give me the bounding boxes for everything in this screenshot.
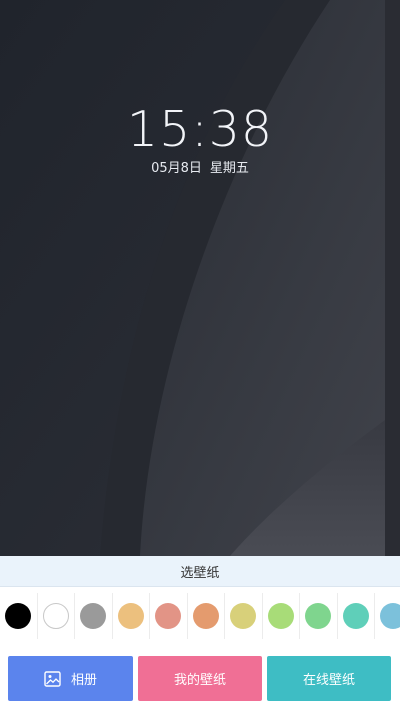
online-wallpaper-button[interactable]: 在线壁纸	[267, 656, 391, 701]
my-wallpaper-button[interactable]: 我的壁纸	[138, 656, 262, 701]
color-swatch[interactable]	[117, 603, 144, 629]
lockscreen-date: 05月8日	[151, 161, 202, 176]
color-swatch[interactable]	[192, 603, 219, 629]
color-swatch-cell[interactable]	[75, 593, 113, 639]
color-swatch[interactable]	[230, 603, 257, 629]
my-wallpaper-button-label: 我的壁纸	[173, 673, 226, 688]
lockscreen-date-row: 05月8日 星期五	[0, 157, 400, 176]
color-swatch-cell[interactable]	[150, 593, 188, 639]
color-swatch[interactable]	[342, 603, 369, 629]
action-buttons: 相册 我的壁纸 在线壁纸	[0, 656, 400, 701]
panel-title-bar: 选壁纸	[0, 556, 400, 587]
album-button[interactable]: 相册	[8, 656, 133, 701]
lockscreen-time: 15:38	[126, 101, 274, 158]
panel-title: 选壁纸	[180, 565, 220, 581]
online-wallpaper-button-label: 在线壁纸	[302, 673, 355, 688]
color-swatch-cell[interactable]	[38, 593, 75, 639]
wallpaper-background	[0, 0, 400, 556]
color-swatch[interactable]	[380, 603, 400, 629]
color-swatch-cell[interactable]	[188, 593, 225, 639]
image-icon	[44, 670, 61, 687]
color-swatch-cell[interactable]	[300, 593, 338, 639]
color-swatch[interactable]	[5, 603, 32, 629]
color-swatch[interactable]	[155, 603, 182, 629]
wallpaper-preview: 15:38 05月8日 星期五	[0, 0, 400, 556]
lockscreen-weekday: 星期五	[209, 161, 249, 176]
color-swatch[interactable]	[80, 603, 107, 629]
color-swatch[interactable]	[267, 603, 294, 629]
color-swatch-cell[interactable]	[113, 593, 150, 639]
color-swatch-cell[interactable]	[263, 593, 300, 639]
color-swatch-cell[interactable]	[0, 593, 38, 639]
color-swatch-cell[interactable]	[375, 593, 400, 639]
album-button-label: 相册	[70, 673, 97, 688]
color-swatch-row[interactable]	[0, 593, 400, 639]
color-swatch[interactable]	[305, 603, 332, 629]
color-swatch-cell[interactable]	[338, 593, 375, 639]
color-swatch-cell[interactable]	[225, 593, 263, 639]
color-swatch[interactable]	[42, 603, 69, 629]
